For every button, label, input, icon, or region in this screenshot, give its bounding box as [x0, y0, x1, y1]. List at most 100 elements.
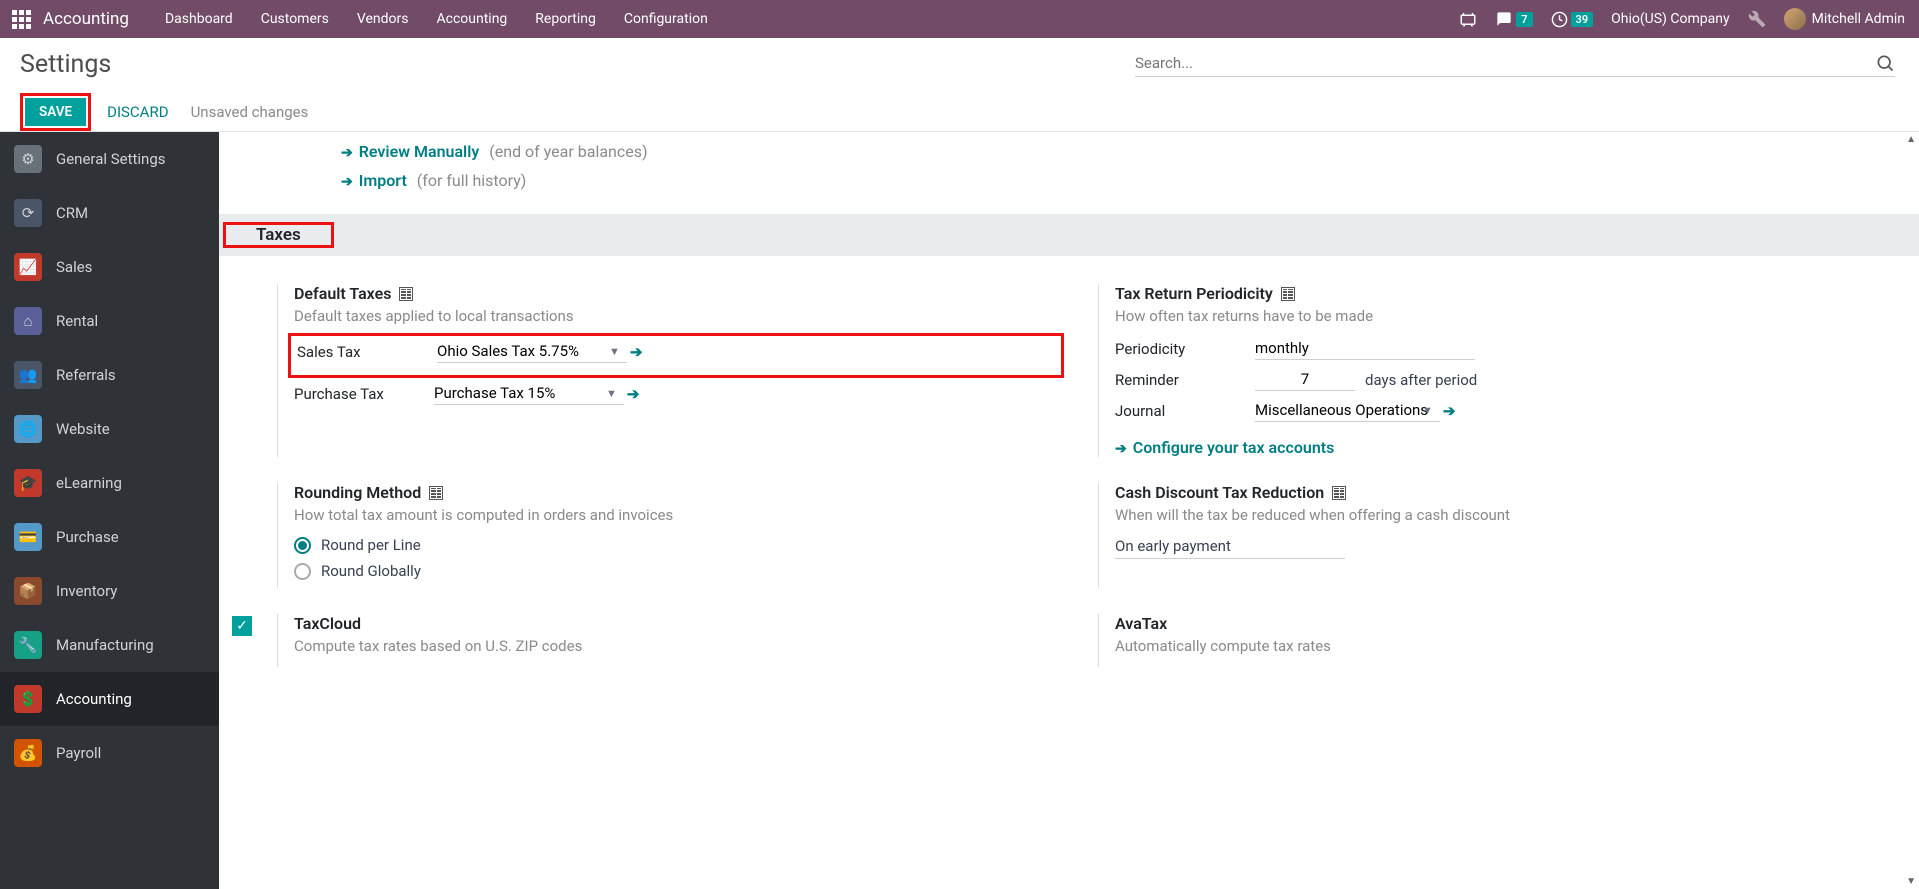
- building-icon: [1332, 486, 1346, 500]
- sidebar-item-sales[interactable]: 📈 Sales: [0, 240, 219, 294]
- sidebar-item-general-settings[interactable]: ⚙General Settings: [0, 132, 219, 186]
- default-taxes-block: Default Taxes Default taxes applied to l…: [277, 284, 1058, 457]
- debug-icon[interactable]: [1748, 10, 1766, 28]
- scroll-down-icon[interactable]: ▼: [1906, 876, 1916, 887]
- reminder-input[interactable]: [1255, 368, 1355, 391]
- sidebar-item-manufacturing[interactable]: 🔧Manufacturing: [0, 618, 219, 672]
- sidebar-item-payroll[interactable]: 💰Payroll: [0, 726, 219, 780]
- radio-unselected-icon: [294, 563, 311, 580]
- user-menu[interactable]: Mitchell Admin: [1784, 8, 1905, 30]
- radio-selected-icon: [294, 537, 311, 554]
- nav-vendors[interactable]: Vendors: [357, 11, 409, 27]
- round-globally-label: Round Globally: [321, 562, 421, 580]
- sales-tax-external-link[interactable]: ➔: [630, 343, 643, 361]
- cash-discount-desc: When will the tax be reduced when offeri…: [1115, 506, 1879, 524]
- sidebar-item-label: Manufacturing: [56, 636, 154, 654]
- round-per-line-label: Round per Line: [321, 536, 421, 554]
- sidebar-item-accounting[interactable]: 💲 Accounting: [0, 672, 219, 726]
- rounding-title: Rounding Method: [294, 483, 421, 502]
- sidebar-item-label: Purchase: [56, 528, 119, 546]
- sales-tax-label: Sales Tax: [297, 343, 437, 361]
- top-nav: Dashboard Customers Vendors Accounting R…: [147, 11, 708, 27]
- review-manually-link[interactable]: Review Manually: [341, 142, 479, 161]
- sidebar-item-website[interactable]: 🌐Website: [0, 402, 219, 456]
- journal-select[interactable]: [1255, 399, 1440, 422]
- discard-button[interactable]: DISCARD: [101, 97, 174, 127]
- cash-discount-title: Cash Discount Tax Reduction: [1115, 483, 1324, 502]
- avatax-desc: Automatically compute tax rates: [1115, 637, 1879, 655]
- topbar: Accounting Dashboard Customers Vendors A…: [0, 0, 1919, 38]
- nav-customers[interactable]: Customers: [261, 11, 329, 27]
- taxes-section-header: Taxes: [219, 214, 1919, 256]
- journal-external-link[interactable]: ➔: [1443, 402, 1456, 420]
- sidebar: ⚙General Settings⟳CRM 📈 Sales ⌂ Rental 👥 Refer…: [0, 132, 219, 889]
- avatar: [1784, 8, 1806, 30]
- round-globally-option[interactable]: Round Globally: [294, 562, 1058, 580]
- sidebar-item-label: Inventory: [56, 582, 117, 600]
- nav-reporting[interactable]: Reporting: [535, 11, 596, 27]
- sidebar-item-label: Payroll: [56, 744, 101, 762]
- sidebar-item-label: Sales: [56, 258, 92, 276]
- search-bar[interactable]: [1135, 50, 1895, 77]
- purchase-tax-external-link[interactable]: ➔: [627, 385, 640, 403]
- unsaved-indicator: Unsaved changes: [191, 103, 309, 121]
- activities-badge: 39: [1571, 12, 1594, 27]
- apps-icon[interactable]: [0, 10, 43, 29]
- save-button[interactable]: SAVE: [25, 98, 86, 126]
- rounding-block: Rounding Method How total tax amount is …: [277, 483, 1058, 588]
- avatax-title: AvaTax: [1115, 614, 1167, 633]
- building-icon: [429, 486, 443, 500]
- building-icon: [399, 287, 413, 301]
- sidebar-item-label: CRM: [56, 204, 88, 222]
- search-input[interactable]: [1135, 50, 1875, 76]
- messages-icon[interactable]: 7: [1495, 11, 1532, 27]
- app-name[interactable]: Accounting: [43, 9, 147, 29]
- taxcloud-title: TaxCloud: [294, 614, 361, 633]
- sidebar-item-inventory[interactable]: 📦 Inventory: [0, 564, 219, 618]
- sales-tax-select[interactable]: [437, 340, 627, 363]
- nav-dashboard[interactable]: Dashboard: [165, 11, 233, 27]
- taxes-heading: Taxes: [226, 217, 331, 253]
- reminder-after-label: days after period: [1365, 371, 1477, 389]
- sales-icon: 📈: [14, 253, 42, 281]
- nav-configuration[interactable]: Configuration: [624, 11, 708, 27]
- purchase-tax-select[interactable]: [434, 382, 624, 405]
- pur-icon: 💳: [14, 523, 42, 551]
- search-icon[interactable]: [1875, 53, 1895, 73]
- sidebar-item-label: Rental: [56, 312, 98, 330]
- scroll-up-icon[interactable]: ▲: [1906, 134, 1916, 145]
- default-taxes-title: Default Taxes: [294, 284, 391, 303]
- reminder-label: Reminder: [1115, 371, 1255, 389]
- sidebar-item-referrals[interactable]: 👥 Referrals: [0, 348, 219, 402]
- import-desc: (for full history): [417, 171, 527, 190]
- rounding-desc: How total tax amount is computed in orde…: [294, 506, 1058, 524]
- control-bar: Settings SAVE DISCARD Unsaved changes: [0, 38, 1919, 132]
- nav-accounting[interactable]: Accounting: [436, 11, 507, 27]
- main-content: ▲ Review Manually (end of year balances)…: [219, 132, 1919, 889]
- periodicity-desc: How often tax returns have to be made: [1115, 307, 1879, 325]
- journal-label: Journal: [1115, 402, 1255, 420]
- periodicity-select[interactable]: [1255, 337, 1475, 360]
- inv-icon: 📦: [14, 577, 42, 605]
- periodicity-title: Tax Return Periodicity: [1115, 284, 1273, 303]
- configure-tax-accounts-link[interactable]: Configure your tax accounts: [1115, 438, 1334, 457]
- sidebar-item-crm[interactable]: ⟳CRM: [0, 186, 219, 240]
- phone-icon[interactable]: [1459, 11, 1477, 27]
- taxcloud-checkbox[interactable]: ✓: [232, 616, 252, 636]
- gear-icon: ⚙: [14, 145, 42, 173]
- sidebar-item-label: Referrals: [56, 366, 116, 384]
- activities-icon[interactable]: 39: [1551, 11, 1594, 28]
- sidebar-item-elearning[interactable]: 🎓eLearning: [0, 456, 219, 510]
- company-selector[interactable]: Ohio(US) Company: [1611, 11, 1729, 27]
- building-icon: [1281, 287, 1295, 301]
- ref-icon: 👥: [14, 361, 42, 389]
- sidebar-item-purchase[interactable]: 💳 Purchase: [0, 510, 219, 564]
- round-per-line-option[interactable]: Round per Line: [294, 536, 1058, 554]
- sidebar-item-label: Accounting: [56, 690, 132, 708]
- rental-icon: ⌂: [14, 307, 42, 335]
- acc-icon: 💲: [14, 685, 42, 713]
- cash-discount-block: Cash Discount Tax Reduction When will th…: [1098, 483, 1879, 588]
- import-link[interactable]: Import: [341, 171, 407, 190]
- sidebar-item-rental[interactable]: ⌂ Rental: [0, 294, 219, 348]
- taxcloud-block: ✓ TaxCloud Compute tax rates based on U.…: [277, 614, 1058, 667]
